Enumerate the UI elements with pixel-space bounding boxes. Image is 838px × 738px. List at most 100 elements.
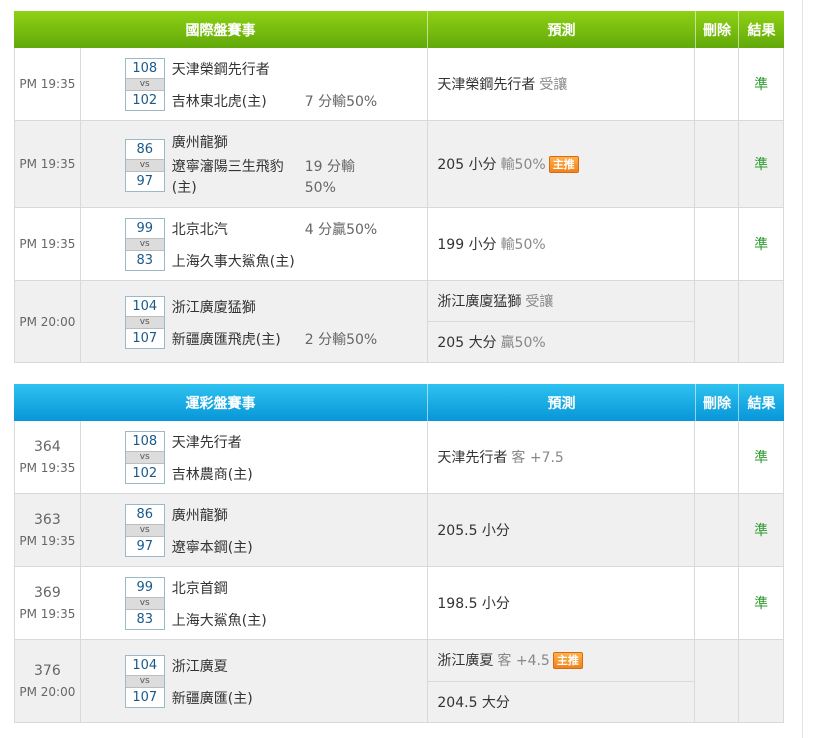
table-row: PM 19:35 108 vs 102 天津榮鋼先行者 吉林東北虎(主) 7 分… [14,48,784,121]
score-box: 86 vs 97 [124,139,165,192]
home-score: 83 [136,612,154,627]
result-mark: 準 [754,450,769,466]
prediction-line: 205.5 小分 [428,494,694,566]
featured-badge: 主推 [548,155,579,173]
prediction-sub: 輸50% [500,237,546,253]
prediction-cell: 天津榮鋼先行者 受讓 [428,48,696,120]
time-cell: 369 PM 19:35 [15,567,81,639]
header-result: 結果 [747,395,776,412]
prediction-sub: 受讓 [539,77,568,93]
prediction-cell: 205.5 小分 [428,494,696,566]
prediction-text: 205 小分 [437,157,497,173]
score-box: 108 vs 102 [124,431,165,484]
time-cell: PM 19:35 [15,121,81,207]
time-cell: PM 19:35 [15,208,81,280]
international-header: 國際盤賽事 預測 刪除 結果 [14,11,784,48]
vs-label: vs [125,238,164,251]
result-mark: 準 [754,237,769,253]
prediction-line: 199 小分 輸50% [428,208,694,280]
header-prediction: 預測 [428,384,696,421]
prediction-cell: 浙江廣廈猛獅 受讓 205 大分 贏50% [428,281,696,362]
prediction-cell: 199 小分 輸50% [428,208,696,280]
delete-cell [695,208,740,280]
delete-cell [695,281,740,362]
prediction-text: 天津榮鋼先行者 [437,77,536,93]
home-score: 97 [136,539,154,554]
match-cell: 108 vs 102 天津先行者 吉林農商(主) [81,421,429,493]
away-score: 86 [136,142,154,157]
prediction-sub: 贏50% [500,335,546,351]
delete-cell [695,640,740,722]
table-row: PM 19:35 99 vs 83 北京北汽 4 分贏50% 上海久事大鯊魚(主… [14,208,784,281]
prediction-line: 天津先行者 客 +7.5 [428,421,694,493]
score-box: 108 vs 102 [124,58,165,111]
prediction-line: 天津榮鋼先行者 受讓 [428,48,694,120]
match-cell: 104 vs 107 浙江廣廈猛獅 新疆廣匯飛虎(主) 2 分輸50% [81,281,429,362]
home-team: 吉林農商(主) [171,467,253,483]
prediction-text: 205 大分 [437,335,497,351]
home-score: 97 [136,174,154,189]
table-row: PM 20:00 104 vs 107 浙江廣廈猛獅 新疆廣匯飛虎(主) 2 分… [14,281,784,363]
away-score: 108 [132,434,158,449]
away-team: 浙江廣廈猛獅 [171,300,256,316]
table-row: 363 PM 19:35 86 vs 97 廣州龍獅 遼寧本鋼(主) 205.5… [14,494,784,567]
match-time: PM 19:35 [19,237,76,251]
home-score: 102 [132,466,158,481]
match-time: PM 19:35 [19,534,76,548]
delete-cell [695,567,740,639]
vs-label: vs [125,78,164,91]
prediction-line: 浙江廣夏 客 +4.5 主推 [428,640,694,681]
lottery-header: 運彩盤賽事 預測 刪除 結果 [14,384,784,421]
result-mark [739,640,783,722]
match-cell: 104 vs 107 浙江廣夏 新疆廣匯(主) [81,640,429,722]
match-cell: 99 vs 83 北京首鋼 上海大鯊魚(主) [81,567,429,639]
match-cell: 86 vs 97 廣州龍獅 遼寧本鋼(主) [81,494,429,566]
header-delete: 刪除 [696,11,739,48]
header-delete: 刪除 [696,384,739,421]
away-team: 浙江廣夏 [171,659,228,675]
handicap-result: 7 分輸50% [304,94,378,110]
prediction-cell: 205 小分 輸50% 主推 [428,121,696,207]
header-prediction: 預測 [428,11,696,48]
vs-label: vs [125,159,164,172]
vs-label: vs [125,451,164,464]
vs-label: vs [125,524,164,537]
match-cell: 99 vs 83 北京北汽 4 分贏50% 上海久事大鯊魚(主) [81,208,429,280]
score-box: 104 vs 107 [124,296,165,349]
away-team: 廣州龍獅 [171,135,228,151]
vs-label: vs [125,597,164,610]
prediction-text: 204.5 大分 [437,694,510,711]
game-number: 364 [34,439,61,455]
prediction-text: 浙江廣夏 [437,653,494,670]
time-cell: 363 PM 19:35 [15,494,81,566]
handicap-result: 19 分輸50% [304,159,356,196]
score-box: 99 vs 83 [124,218,165,271]
prediction-sub: 輸50% [500,157,546,173]
match-cell: 86 vs 97 廣州龍獅 遼寧瀋陽三生飛豹(主) 19 分輸50% [81,121,429,207]
home-team: 上海大鯊魚(主) [171,613,267,629]
lottery-section: 運彩盤賽事 預測 刪除 結果 364 PM 19:35 108 vs 102 天… [14,384,784,723]
home-team: 吉林東北虎(主) [171,94,267,110]
away-team: 天津先行者 [171,435,242,451]
time-cell: PM 20:00 [15,281,81,362]
prediction-sub: 客 +7.5 [511,450,564,466]
delete-cell [695,494,740,566]
score-box: 86 vs 97 [124,504,165,557]
home-score: 102 [132,93,158,108]
prediction-line: 205 小分 輸50% 主推 [428,121,694,207]
prediction-line: 204.5 大分 [428,680,695,723]
prediction-text: 199 小分 [437,237,497,253]
away-score: 99 [136,580,154,595]
score-box: 99 vs 83 [124,577,165,630]
time-cell: 364 PM 19:35 [15,421,81,493]
prediction-text: 天津先行者 [437,450,508,466]
prediction-line: 205 大分 贏50% [428,321,695,362]
featured-badge: 主推 [552,651,583,669]
header-result: 結果 [747,22,776,39]
away-score: 104 [132,299,158,314]
game-number: 369 [34,585,61,601]
prediction-cell: 天津先行者 客 +7.5 [428,421,696,493]
match-time: PM 19:35 [19,157,76,171]
vs-label: vs [125,316,164,329]
home-team: 新疆廣匯飛虎(主) [171,332,281,348]
